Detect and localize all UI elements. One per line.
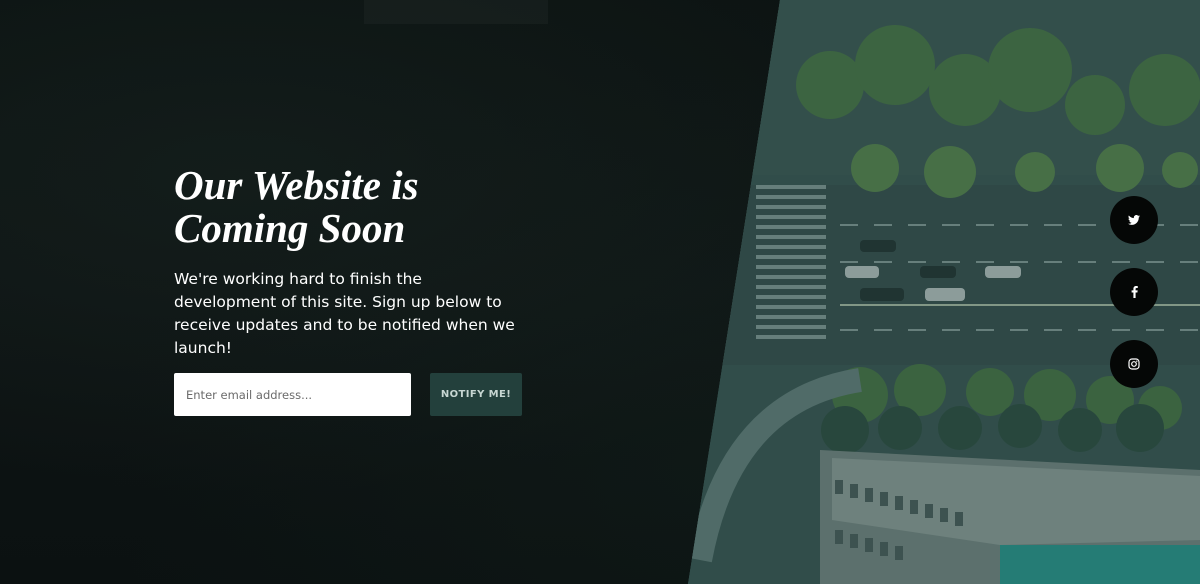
- instagram-icon: [1128, 358, 1140, 370]
- facebook-icon: [1131, 286, 1138, 298]
- hero-content: Our Website is Coming Soon We're working…: [174, 164, 534, 360]
- background-decoration: [364, 0, 548, 24]
- hero-description: We're working hard to finish the develop…: [174, 270, 515, 357]
- facebook-button[interactable]: [1110, 268, 1158, 316]
- page-title: Our Website is Coming Soon: [174, 162, 419, 251]
- instagram-button[interactable]: [1110, 340, 1158, 388]
- twitter-icon: [1128, 215, 1140, 225]
- notify-button[interactable]: NOTIFY ME!: [430, 373, 522, 416]
- email-input[interactable]: [174, 373, 411, 416]
- twitter-button[interactable]: [1110, 196, 1158, 244]
